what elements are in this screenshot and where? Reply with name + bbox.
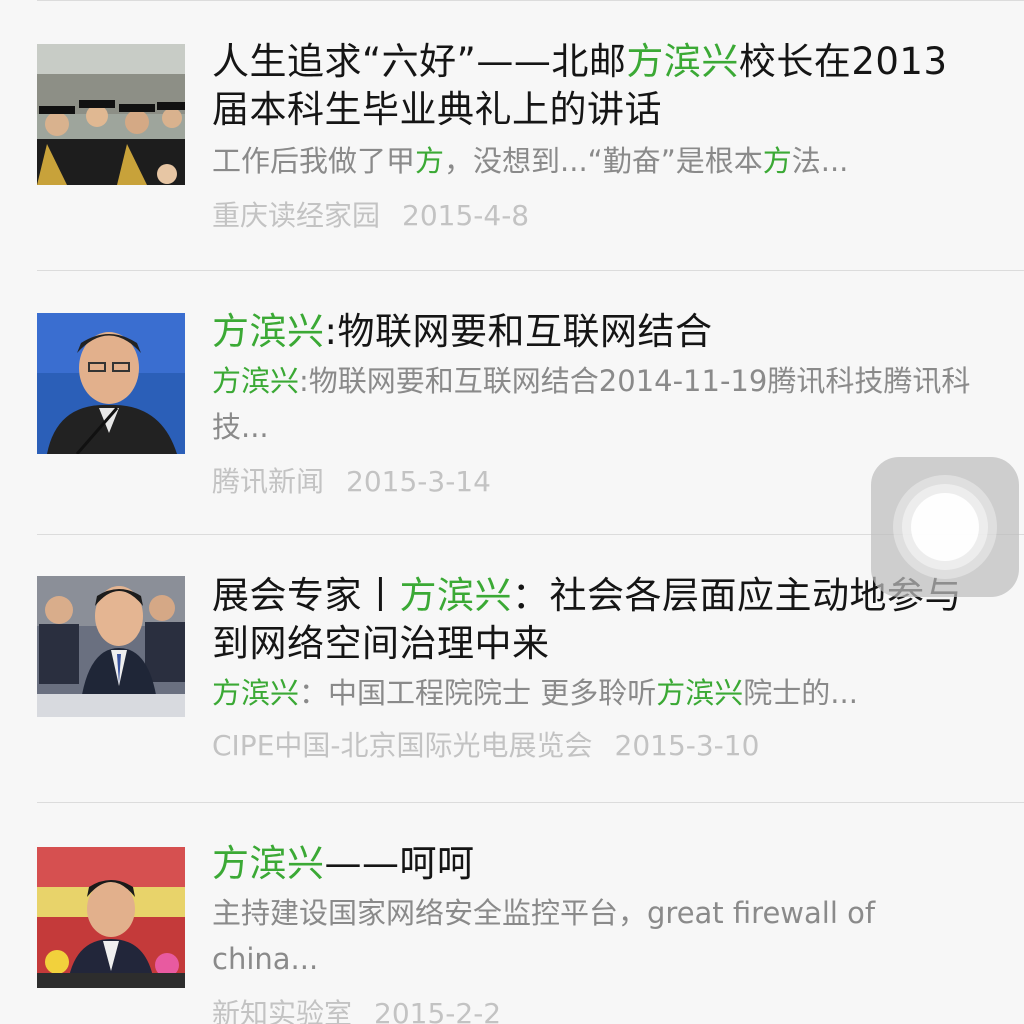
assistive-touch-button[interactable] xyxy=(871,457,1019,597)
keyword-highlight: 方滨兴 xyxy=(212,364,300,398)
result-meta: 重庆读经家园 2015-4-8 xyxy=(212,196,984,236)
search-results-page: 人生追求“六好”——北邮方滨兴校长在2013届本科生毕业典礼上的讲话 工作后我做… xyxy=(0,0,1024,1024)
result-snippet: 主持建设国家网络安全监控平台，great firewall of china..… xyxy=(212,896,876,976)
result-source: 腾讯新闻 xyxy=(212,465,325,498)
result-title[interactable]: 人生追求“六好”——北邮方滨兴校长在2013届本科生毕业典礼上的讲话 xyxy=(212,38,984,134)
event-speaker-photo xyxy=(37,847,185,988)
keyword-highlight: 方 xyxy=(415,144,445,178)
result-source: 新知实验室 xyxy=(212,997,353,1024)
result-thumbnail[interactable] xyxy=(37,44,185,185)
keyword-highlight: 方滨兴 xyxy=(399,574,512,617)
conference-speaker-photo xyxy=(37,576,185,717)
result-thumbnail[interactable] xyxy=(37,847,185,988)
assistive-touch-center xyxy=(911,493,979,561)
keyword-highlight: 方滨兴 xyxy=(626,40,739,83)
result-source: 重庆读经家园 xyxy=(212,199,381,232)
result-snippet: 方滨兴：中国工程院院士 更多聆听方滨兴院士的... xyxy=(212,676,858,710)
result-thumbnail[interactable] xyxy=(37,576,185,717)
result-meta: 新知实验室 2015-2-2 xyxy=(212,994,984,1024)
result-title[interactable]: 展会专家丨方滨兴：社会各层面应主动地参与到网络空间治理中来 xyxy=(212,572,984,668)
keyword-highlight: 方 xyxy=(762,144,792,178)
result-title[interactable]: 方滨兴:物联网要和互联网结合 xyxy=(212,308,984,356)
result-source: CIPE中国-北京国际光电展览会 xyxy=(212,729,593,762)
graduation-crowd-photo xyxy=(37,44,185,185)
result-meta: CIPE中国-北京国际光电展览会 2015-3-10 xyxy=(212,726,984,766)
speaker-microphone-photo xyxy=(37,313,185,454)
result-date: 2015-3-14 xyxy=(346,465,491,498)
result-date: 2015-4-8 xyxy=(402,199,530,232)
result-thumbnail[interactable] xyxy=(37,313,185,454)
keyword-highlight: 方滨兴 xyxy=(212,676,300,710)
keyword-highlight: 方滨兴 xyxy=(212,842,325,885)
result-snippet: 工作后我做了甲方，没想到...“勤奋”是根本方法... xyxy=(212,144,849,178)
result-title[interactable]: 方滨兴——呵呵 xyxy=(212,840,984,888)
divider xyxy=(37,0,1024,1)
divider xyxy=(37,802,1024,803)
result-snippet: 方滨兴:物联网要和互联网结合2014-11-19腾讯科技腾讯科技... xyxy=(212,364,971,444)
keyword-highlight: 方滨兴 xyxy=(212,310,325,353)
result-date: 2015-3-10 xyxy=(614,729,760,762)
result-date: 2015-2-2 xyxy=(374,997,502,1024)
result-meta: 腾讯新闻 2015-3-14 xyxy=(212,462,984,502)
divider xyxy=(37,270,1024,271)
keyword-highlight: 方滨兴 xyxy=(656,676,744,710)
